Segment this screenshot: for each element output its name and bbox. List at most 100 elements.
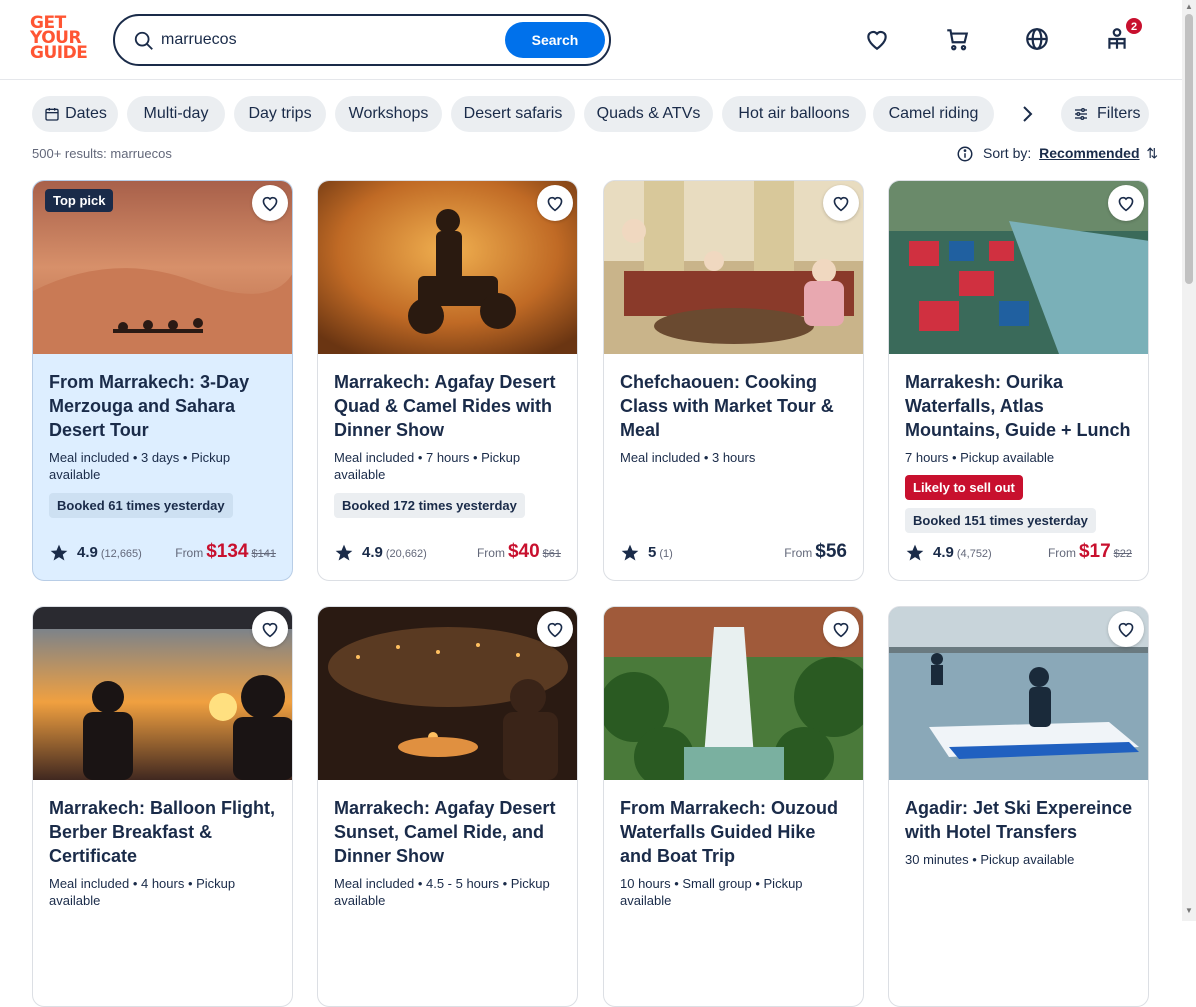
star-icon	[335, 544, 353, 561]
card-title[interactable]: Marrakech: Agafay Desert Quad & Camel Ri…	[334, 370, 566, 442]
original-price: $22	[1113, 548, 1132, 560]
booked-badge: Booked 151 times yesterday	[905, 508, 1096, 533]
card-body: Marrakech: Agafay Desert Quad & Camel Ri…	[334, 370, 566, 518]
card-title[interactable]: From Marrakech: 3-Day Merzouga and Sahar…	[49, 370, 281, 442]
rating: 4.9 (20,662)	[362, 544, 427, 561]
logo[interactable]: GET YOUR GUIDE	[30, 15, 90, 64]
info-icon[interactable]	[956, 145, 974, 163]
chip-camel-riding[interactable]: Camel riding	[873, 96, 994, 132]
activity-card[interactable]: Top pick From Marrakech: 3-Day Merzouga …	[32, 180, 293, 581]
chip-multi-day[interactable]: Multi-day	[127, 96, 225, 132]
scroll-down-icon[interactable]: ▼	[1185, 906, 1193, 915]
sort-arrows-icon[interactable]: ⇅	[1146, 145, 1158, 161]
card-meta: Meal included • 7 hours • Pickup availab…	[334, 450, 521, 482]
current-price: $40	[507, 541, 540, 562]
star-icon	[906, 544, 924, 561]
activity-card[interactable]: Marrakesh: Ourika Waterfalls, Atlas Moun…	[888, 180, 1149, 581]
search-button[interactable]: Search	[505, 22, 605, 58]
rating-value: 4.9	[933, 544, 954, 561]
sort-value[interactable]: Recommended	[1039, 145, 1139, 161]
chevron-right-icon[interactable]	[1015, 102, 1039, 126]
rating-value: 4.9	[362, 544, 383, 561]
activity-card[interactable]: Marrakech: Agafay Desert Sunset, Camel R…	[317, 606, 578, 1007]
activity-card[interactable]: Chefchaouen: Cooking Class with Market T…	[603, 180, 864, 581]
review-count: (12,665)	[100, 548, 142, 560]
calendar-icon	[45, 108, 59, 121]
heart-icon	[547, 196, 563, 212]
search-input[interactable]	[161, 28, 501, 52]
review-count: (20,662)	[385, 548, 427, 560]
wishlist-button[interactable]	[1108, 611, 1144, 647]
activity-card[interactable]: Marrakech: Agafay Desert Quad & Camel Ri…	[317, 180, 578, 581]
heart-icon	[262, 196, 278, 212]
wishlist-button[interactable]	[252, 611, 288, 647]
wishlist-button[interactable]	[823, 611, 859, 647]
top-pick-badge: Top pick	[45, 189, 114, 212]
card-title[interactable]: Marrakesh: Ourika Waterfalls, Atlas Moun…	[905, 370, 1137, 442]
wishlist-button[interactable]	[537, 611, 573, 647]
price: From $40 $61	[477, 541, 561, 563]
cart-icon[interactable]	[944, 26, 970, 52]
review-count: (1)	[659, 548, 673, 560]
wishlist-button[interactable]	[252, 185, 288, 221]
review-count: (4,752)	[956, 548, 992, 560]
card-footer: 5 (1) From $56	[620, 541, 847, 565]
card-title[interactable]: Agadir: Jet Ski Expereince with Hotel Tr…	[905, 796, 1137, 844]
wishlist-button[interactable]	[823, 185, 859, 221]
card-footer: 4.9 (12,665) From $134 $141	[49, 541, 276, 565]
filters-label: Filters	[1097, 105, 1141, 122]
card-body: Chefchaouen: Cooking Class with Market T…	[620, 370, 852, 466]
card-title[interactable]: From Marrakech: Ouzoud Waterfalls Guided…	[620, 796, 852, 868]
original-price: $141	[251, 548, 276, 560]
chip-quads-atvs[interactable]: Quads & ATVs	[584, 96, 713, 132]
sort-control[interactable]: Sort by: Recommended ⇅	[956, 145, 1158, 162]
card-meta: 7 hours • Pickup available	[905, 450, 1055, 465]
card-body: Agadir: Jet Ski Expereince with Hotel Tr…	[905, 796, 1137, 868]
price: From $56	[784, 541, 847, 563]
booked-badge: Booked 172 times yesterday	[334, 493, 525, 518]
price-prefix: From	[1047, 546, 1076, 560]
card-title[interactable]: Marrakech: Agafay Desert Sunset, Camel R…	[334, 796, 566, 868]
scroll-thumb[interactable]	[1185, 14, 1193, 284]
filters-button[interactable]: Filters	[1061, 96, 1149, 132]
star-icon	[621, 544, 639, 561]
card-body: Marrakech: Agafay Desert Sunset, Camel R…	[334, 796, 566, 909]
activity-card[interactable]: From Marrakech: Ouzoud Waterfalls Guided…	[603, 606, 864, 1007]
scroll-up-icon[interactable]: ▲	[1185, 2, 1193, 11]
card-title[interactable]: Chefchaouen: Cooking Class with Market T…	[620, 370, 852, 442]
price-prefix: From	[175, 546, 204, 560]
scrollbar[interactable]: ▲ ▼	[1182, 0, 1196, 921]
card-body: From Marrakech: Ouzoud Waterfalls Guided…	[620, 796, 852, 909]
sliders-icon	[1075, 108, 1087, 120]
heart-icon	[262, 622, 278, 638]
chip-label: Dates	[65, 105, 107, 122]
rating: 4.9 (4,752)	[933, 544, 992, 561]
card-meta: Meal included • 3 hours	[620, 450, 756, 465]
chip-desert-safaris[interactable]: Desert safaris	[451, 96, 575, 132]
booked-badge: Booked 61 times yesterday	[49, 493, 233, 518]
chip-dates[interactable]: Dates	[32, 96, 118, 132]
card-body: Marrakech: Balloon Flight, Berber Breakf…	[49, 796, 281, 909]
chip-day-trips[interactable]: Day trips	[234, 96, 326, 132]
rating-value: 5	[648, 544, 657, 561]
current-price: $17	[1078, 541, 1111, 562]
heart-icon	[833, 622, 849, 638]
price: From $17 $22	[1048, 541, 1132, 563]
activity-card[interactable]: Agadir: Jet Ski Expereince with Hotel Tr…	[888, 606, 1149, 1007]
card-body: Marrakesh: Ourika Waterfalls, Atlas Moun…	[905, 370, 1137, 533]
price-prefix: From	[784, 546, 813, 560]
wishlist-button[interactable]	[537, 185, 573, 221]
original-price: $61	[542, 548, 561, 560]
card-title[interactable]: Marrakech: Balloon Flight, Berber Breakf…	[49, 796, 281, 868]
globe-icon[interactable]	[1024, 26, 1050, 52]
card-footer: 4.9 (20,662) From $40 $61	[334, 541, 561, 565]
wishlist-button[interactable]	[1108, 185, 1144, 221]
sort-label: Sort by:	[983, 145, 1032, 161]
card-meta: 10 hours • Small group • Pickup availabl…	[620, 876, 803, 908]
chip-workshops[interactable]: Workshops	[335, 96, 442, 132]
heart-icon[interactable]	[864, 26, 890, 52]
chip-hot-air-balloons[interactable]: Hot air balloons	[722, 96, 866, 132]
notification-badge: 2	[1125, 17, 1143, 35]
activity-card[interactable]: Marrakech: Balloon Flight, Berber Breakf…	[32, 606, 293, 1007]
card-meta: Meal included • 3 days • Pickup availabl…	[49, 450, 231, 482]
